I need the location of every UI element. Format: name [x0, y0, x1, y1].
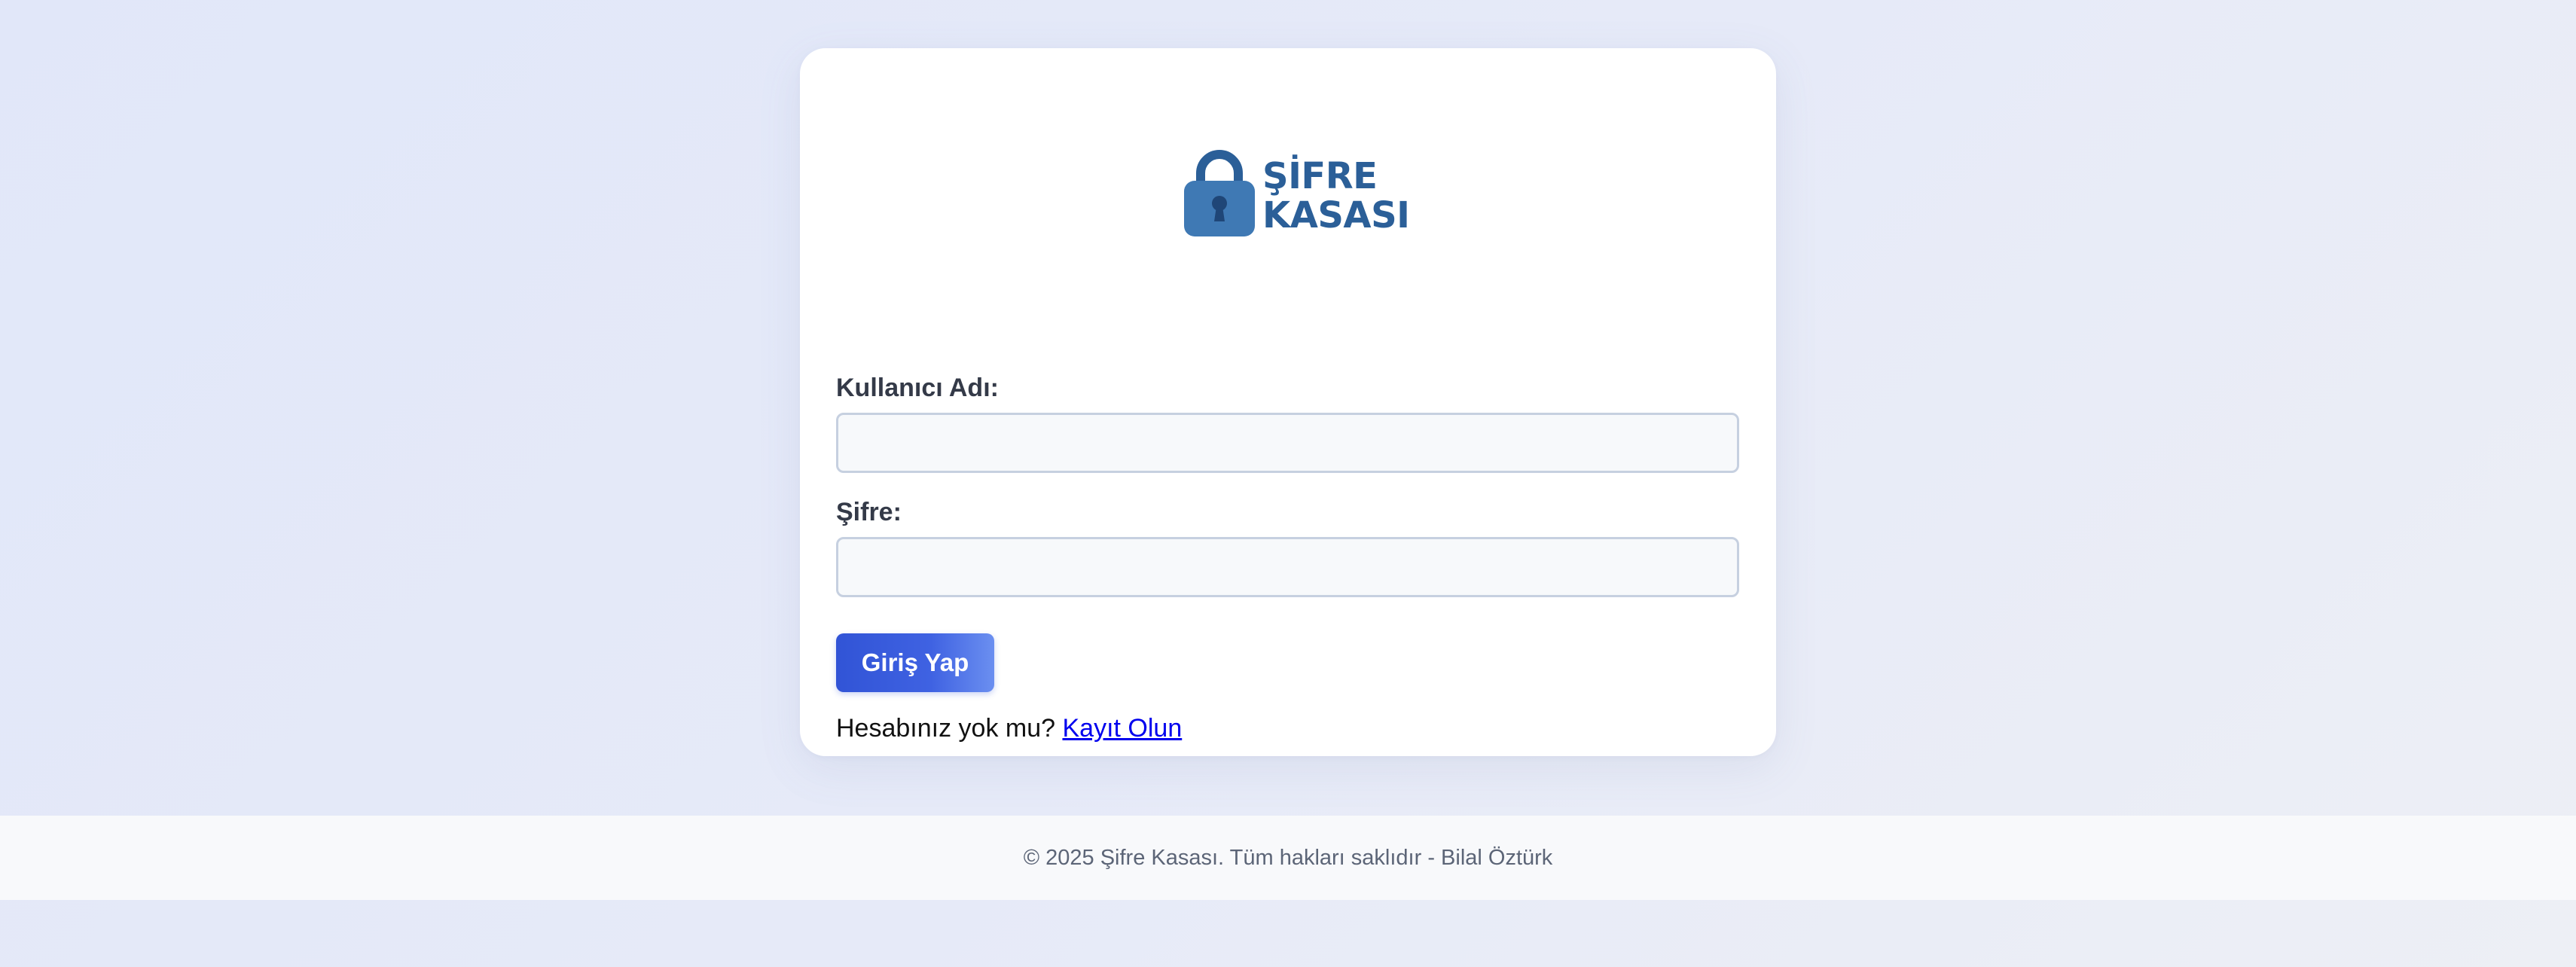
register-link[interactable]: Kayıt Olun: [1062, 714, 1182, 743]
lock-icon: [1184, 150, 1255, 236]
password-label: Şifre:: [836, 498, 902, 526]
logo-line-2: KASASI: [1262, 194, 1410, 236]
register-prompt-text: Hesabınız yok mu?: [836, 714, 1056, 743]
footer-copyright: © 2025 Şifre Kasası. Tüm hakları saklıdı…: [1023, 845, 1553, 870]
username-input[interactable]: [836, 413, 1739, 473]
logo-text: ŞİFRE KASASI: [1262, 157, 1410, 235]
login-button[interactable]: Giriş Yap: [836, 633, 994, 692]
password-input[interactable]: [836, 537, 1739, 597]
footer: © 2025 Şifre Kasası. Tüm hakları saklıdı…: [0, 816, 2576, 900]
logo-line-1: ŞİFRE: [1262, 155, 1378, 197]
register-prompt: Hesabınız yok mu? Kayıt Olun: [836, 714, 1182, 743]
username-label: Kullanıcı Adı:: [836, 374, 999, 402]
login-card: ŞİFRE KASASI Kullanıcı Adı: Şifre: Giriş…: [800, 48, 1776, 756]
app-logo: ŞİFRE KASASI: [1184, 143, 1410, 241]
